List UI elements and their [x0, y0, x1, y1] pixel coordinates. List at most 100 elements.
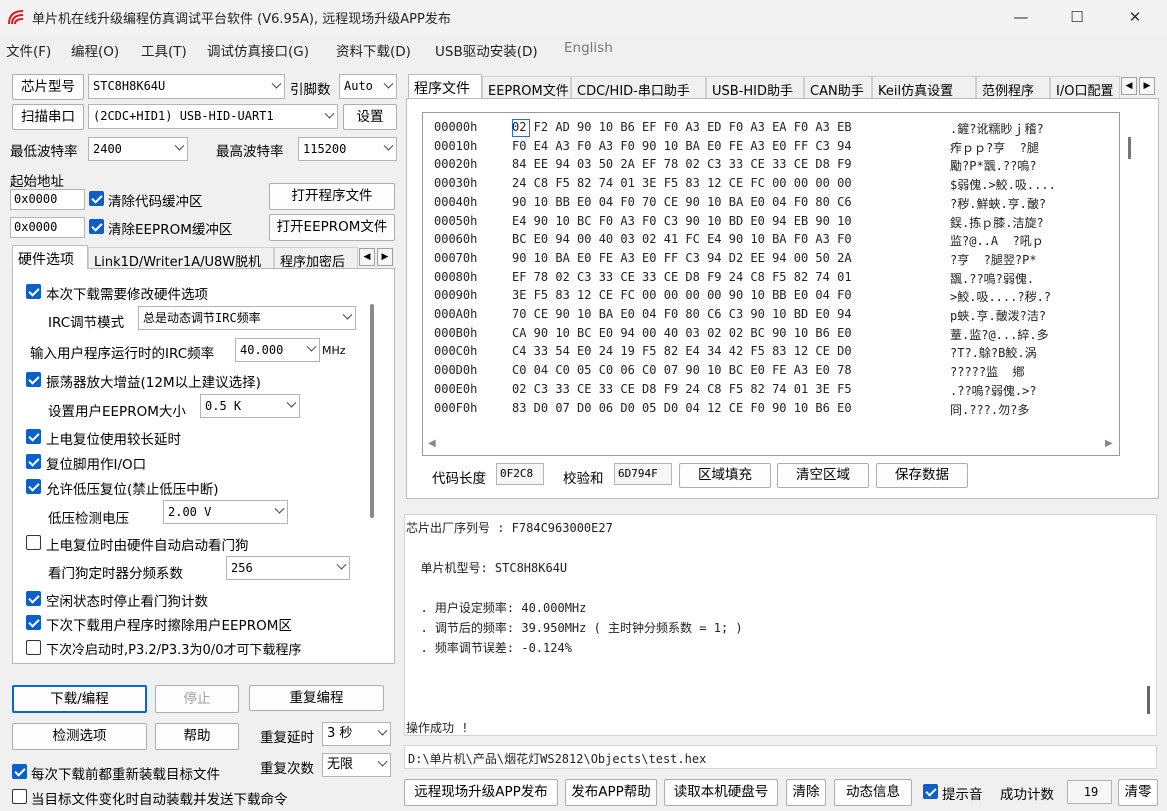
right-tab-scroll-right-icon[interactable]: ▶ — [1139, 77, 1155, 95]
hex-bytes: F0 E4 A3 F0 A3 F0 90 10 BA E0 FE A3 E0 F… — [512, 138, 852, 153]
menu-tools[interactable]: 工具(T) — [141, 40, 187, 60]
tab-io-config[interactable]: I/O口配置 — [1050, 76, 1120, 98]
fill-area-button[interactable]: 区域填充 — [679, 463, 771, 488]
modify-hw-checkbox[interactable] — [26, 284, 41, 299]
clear-area-button[interactable]: 清空区域 — [777, 463, 869, 488]
open-program-file-button[interactable]: 打开程序文件 — [269, 183, 395, 210]
download-program-button[interactable]: 下载/编程 — [12, 685, 147, 713]
repeat-program-button[interactable]: 重复编程 — [249, 685, 384, 711]
tab-hardware-options[interactable]: 硬件选项 — [12, 245, 88, 269]
hex-bytes: E4 90 10 BC F0 A3 F0 C3 90 10 BD E0 94 E… — [512, 213, 852, 228]
maximize-button[interactable]: ☐ — [1054, 0, 1100, 34]
hex-vscroll-thumb[interactable] — [1128, 137, 1131, 159]
program-address-input[interactable]: 0x0000 — [10, 189, 85, 210]
help-button[interactable]: 帮助 — [155, 723, 239, 750]
hex-address: 00050h — [434, 213, 478, 228]
eeprom-address-input[interactable]: 0x0000 — [10, 217, 85, 238]
modify-hw-label: 本次下载需要修改硬件选项 — [46, 287, 208, 303]
sound-checkbox[interactable] — [923, 784, 938, 799]
file-path: D:\单片机\产品\烟花灯WS2812\Objects\test.hex — [408, 752, 707, 766]
pins-select[interactable]: Auto — [339, 74, 397, 99]
idle-wdt-checkbox[interactable] — [26, 591, 41, 606]
repeat-count-select[interactable]: 无限 — [322, 753, 391, 777]
clear-code-checkbox[interactable] — [89, 191, 104, 206]
menu-file[interactable]: 文件(F) — [6, 40, 51, 60]
hex-ascii: 勵?P*飁.??嗚? — [950, 159, 1037, 174]
hex-ascii: $弱傀.>鮫.吸.... — [950, 178, 1056, 193]
tab-program-file[interactable]: 程序文件 — [408, 74, 482, 98]
hex-address: 00040h — [434, 194, 478, 209]
lvd-select[interactable]: 2.00 V — [163, 500, 288, 524]
options-scrollbar[interactable] — [370, 304, 374, 518]
hex-ascii: 痄ｐｐ?亨 ?腿 — [950, 140, 1039, 155]
long-delay-checkbox[interactable] — [26, 429, 41, 444]
menu-program[interactable]: 编程(O) — [71, 40, 119, 60]
erase-eeprom-checkbox[interactable] — [26, 615, 41, 630]
right-tab-scroll-left-icon[interactable]: ◀ — [1121, 77, 1137, 95]
menu-usb-driver[interactable]: USB驱动安装(D) — [435, 40, 538, 60]
tab-serial-assistant[interactable]: CDC/HID-串口助手 — [571, 76, 706, 99]
save-data-button[interactable]: 保存数据 — [876, 463, 968, 488]
dynamic-info-button[interactable]: 动态信息 — [834, 779, 912, 806]
scan-port-button[interactable]: 扫描串口 — [12, 104, 84, 130]
publish-help-button[interactable]: 发布APP帮助 — [565, 779, 657, 806]
hex-address: 000D0h — [434, 363, 478, 378]
hex-ascii: 冏.???.勿?多 — [950, 402, 1030, 417]
menu-debug[interactable]: 调试仿真接口(G) — [207, 40, 309, 60]
cold-boot-checkbox[interactable] — [26, 640, 41, 655]
stop-button[interactable]: 停止 — [155, 685, 239, 713]
reset-io-label: 复位脚用作I/O口 — [46, 457, 147, 473]
chip-model-button[interactable]: 芯片型号 — [12, 74, 84, 100]
irc-freq-select[interactable]: 40.000 — [235, 338, 320, 362]
log-scroll-thumb[interactable] — [1147, 686, 1150, 714]
check-options-button[interactable]: 检测选项 — [12, 723, 147, 750]
clear-eeprom-checkbox[interactable] — [89, 219, 104, 234]
hex-bytes: 02 F2 AD 90 10 B6 EF F0 A3 ED F0 A3 EA F… — [512, 120, 852, 134]
osc-gain-label: 振荡器放大增益(12M以上建议选择) — [46, 375, 261, 391]
irc-mode-select[interactable]: 总是动态调节IRC频率 — [138, 306, 356, 330]
repeat-delay-label: 重复延时 — [260, 730, 314, 746]
clear-log-button[interactable]: 清除 — [786, 779, 826, 806]
hex-scroll-left-icon[interactable]: ◀ — [428, 438, 436, 449]
settings-button[interactable]: 设置 — [343, 104, 397, 130]
reload-each-checkbox[interactable] — [12, 764, 27, 779]
reset-io-checkbox[interactable] — [26, 454, 41, 469]
auto-watchdog-checkbox[interactable] — [26, 535, 41, 550]
close-button[interactable]: ✕ — [1112, 0, 1158, 34]
tab-usb-hid[interactable]: USB-HID助手 — [706, 76, 804, 99]
erase-eeprom-label: 下次下载用户程序时擦除用户EEPROM区 — [46, 618, 292, 634]
chip-model-select[interactable]: STC8H8K64U — [88, 74, 285, 99]
read-disk-id-button[interactable]: 读取本机硬盘号 — [664, 779, 778, 806]
tab-eeprom-file[interactable]: EEPROM文件 — [482, 76, 571, 99]
eeprom-size-select[interactable]: 0.5 K — [200, 394, 300, 418]
hex-bytes: 90 10 BB E0 04 F0 70 CE 90 10 BA E0 04 F… — [512, 194, 852, 209]
tab-examples[interactable]: 范例程序 — [976, 76, 1050, 99]
tab-encryption[interactable]: 程序加密后 — [274, 247, 358, 269]
min-baud-select[interactable]: 2400 — [88, 137, 188, 161]
wdt-div-select[interactable]: 256 — [226, 556, 350, 580]
hex-scroll-right-icon[interactable]: ▶ — [1105, 438, 1113, 449]
port-select[interactable]: (2CDC+HID1) USB-HID-UART1 — [88, 104, 338, 129]
reset-count-button[interactable]: 清零 — [1118, 779, 1158, 806]
hex-address: 00070h — [434, 250, 478, 265]
osc-gain-checkbox[interactable] — [26, 372, 41, 387]
hex-address: 000B0h — [434, 325, 478, 340]
max-baud-select[interactable]: 115200 — [298, 137, 397, 161]
tab-offline-writer[interactable]: Link1D/Writer1A/U8W脱机 — [88, 247, 274, 270]
success-count-value: 19 — [1067, 780, 1112, 804]
repeat-delay-select[interactable]: 3 秒 — [322, 722, 391, 746]
low-voltage-reset-checkbox[interactable] — [26, 479, 41, 494]
irc-freq-label: 输入用户程序运行时的IRC频率 — [30, 346, 215, 362]
menu-download[interactable]: 资料下载(D) — [336, 40, 411, 60]
menu-english[interactable]: English — [564, 40, 613, 56]
tab-can[interactable]: CAN助手 — [804, 76, 872, 99]
open-eeprom-file-button[interactable]: 打开EEPROM文件 — [269, 214, 395, 241]
log-line: . 调节后的频率: 39.950MHz ( 主时钟分频系数 = 1; ) — [406, 621, 743, 635]
minimize-button[interactable]: — — [998, 0, 1044, 34]
tab-keil-sim[interactable]: Keil仿真设置 — [872, 76, 976, 99]
tab-scroll-left-icon[interactable]: ◀ — [359, 248, 375, 266]
auto-send-checkbox[interactable] — [12, 789, 27, 804]
publish-app-button[interactable]: 远程现场升级APP发布 — [404, 779, 558, 806]
tab-scroll-right-icon[interactable]: ▶ — [377, 248, 393, 266]
hex-ascii: ?亨 ?腿翌?P* — [950, 252, 1037, 267]
